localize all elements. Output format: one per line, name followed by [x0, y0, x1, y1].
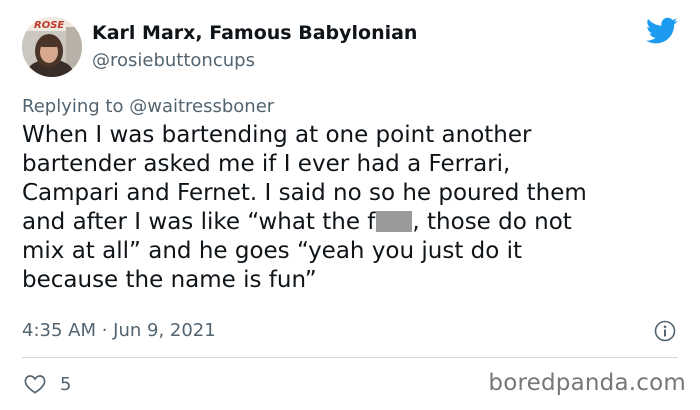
reply-mention-link[interactable]: @waitressboner	[129, 96, 274, 117]
tweet-line-4: and after I was like “what the f , those …	[22, 208, 672, 237]
tweet-line-4-end: , those do not	[412, 209, 572, 235]
tweet-line-4-start: and after I was like “what the f	[22, 209, 376, 235]
display-name[interactable]: Karl Marx, Famous Babylonian	[92, 22, 417, 44]
heart-icon	[24, 375, 46, 394]
watermark: boredpanda.com	[488, 370, 686, 396]
tweet-line-3: Campari and Fernet. I said no so he pour…	[22, 180, 587, 206]
like-count: 5	[60, 373, 72, 395]
tweet-card: ROSE Karl Marx, Famous Babylonian @rosie…	[0, 0, 700, 410]
censor-bar	[376, 211, 413, 232]
info-icon[interactable]	[654, 320, 676, 342]
reply-prefix: Replying to	[22, 96, 124, 117]
reply-context: Replying to @waitressboner	[22, 96, 274, 117]
divider	[22, 357, 678, 358]
avatar[interactable]: ROSE	[22, 17, 82, 77]
tweet-line-5: mix at all” and he goes “yeah you just d…	[22, 238, 523, 264]
tweet-line-2: bartender asked me if I ever had a Ferra…	[22, 151, 511, 177]
tweet-timestamp[interactable]: 4:35 AM · Jun 9, 2021	[22, 320, 216, 341]
tweet-text: When I was bartending at one point anoth…	[22, 121, 672, 295]
user-handle[interactable]: @rosiebuttoncups	[92, 50, 255, 71]
avatar-sign: ROSE	[34, 20, 64, 31]
twitter-bird-icon[interactable]	[646, 17, 678, 45]
tweet-line-6: because the name is fun”	[22, 267, 317, 293]
tweet-line-1: When I was bartending at one point anoth…	[22, 122, 532, 148]
like-button[interactable]: 5	[24, 372, 71, 396]
avatar-image: ROSE	[22, 17, 82, 77]
